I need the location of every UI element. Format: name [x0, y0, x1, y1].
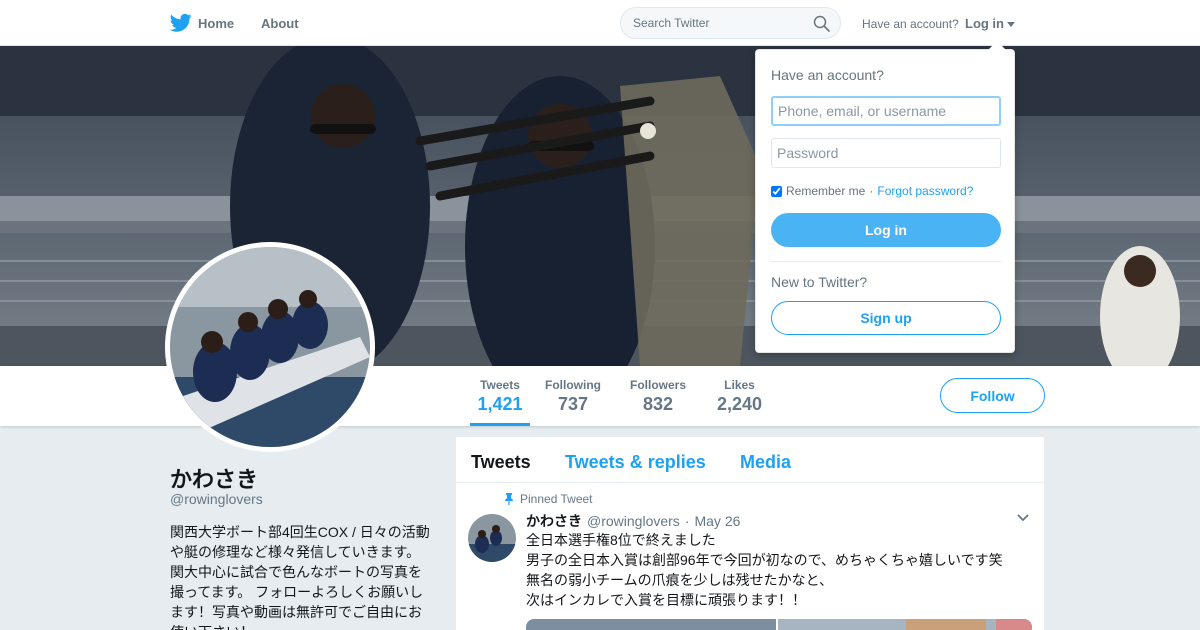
have-account-text: Have an account? — [862, 17, 959, 31]
follow-button[interactable]: Follow — [940, 378, 1045, 413]
pinned-text: Pinned Tweet — [520, 492, 593, 506]
tweet-line: 無名の弱小チームの爪痕を少しは残せたかなと、 — [526, 572, 834, 588]
login-dropdown-title: Have an account? — [771, 67, 884, 83]
profile-bio: 関西大学ボート部4回生COX / 日々の活動や艇の修理など様々発信していきます。… — [170, 524, 430, 630]
remember-me-row: Remember me · Forgot password? — [771, 184, 973, 198]
pinned-tweet-label: Pinned Tweet — [504, 492, 593, 506]
profile-avatar[interactable] — [165, 242, 375, 452]
forgot-password-link[interactable]: Forgot password? — [877, 184, 973, 198]
tab-tweets-and-replies[interactable]: Tweets & replies — [565, 452, 706, 473]
avatar-image — [170, 247, 370, 447]
stat-tweets[interactable]: Tweets 1,421 — [470, 378, 530, 426]
login-button[interactable]: Log in — [771, 213, 1001, 247]
chevron-down-icon[interactable] — [1016, 513, 1030, 523]
tweet-avatar-image — [468, 514, 516, 562]
stat-following[interactable]: Following 737 — [545, 378, 601, 415]
tweet-line: 男子の全日本入賞は創部96年で今回が初なので、めちゃくちゃ嬉しいです笑 — [526, 552, 1003, 568]
tweet-separator-dot: · — [684, 513, 690, 529]
search-box[interactable] — [620, 7, 841, 39]
dropdown-divider — [771, 261, 1001, 262]
profile-handle[interactable]: @rowinglovers — [170, 491, 263, 507]
nav-about-link[interactable]: About — [261, 16, 299, 31]
password-field[interactable] — [771, 138, 1001, 168]
stat-following-label: Following — [545, 378, 601, 392]
new-to-twitter-text: New to Twitter? — [771, 274, 868, 290]
dropdown-arrow — [988, 41, 1006, 50]
login-dropdown-toggle[interactable]: Log in — [965, 16, 1015, 31]
caret-down-icon — [1007, 21, 1015, 27]
stat-likes[interactable]: Likes 2,240 — [717, 378, 762, 415]
stat-followers[interactable]: Followers 832 — [630, 378, 686, 415]
separator-dot: · — [869, 184, 874, 198]
remember-me-checkbox[interactable] — [771, 185, 782, 197]
stat-following-value: 737 — [557, 394, 589, 414]
stat-tweets-value: 1,421 — [477, 394, 523, 414]
twitter-bird-icon — [170, 13, 192, 32]
profile-name: かわさき — [170, 467, 259, 492]
top-navigation-bar: Home About Have an account? Log in — [0, 0, 1200, 46]
stat-followers-label: Followers — [630, 378, 687, 392]
nav-home-label: Home — [198, 15, 235, 31]
search-input[interactable] — [633, 16, 813, 30]
tweet-text: 全日本選手権8位で終えました 男子の全日本入賞は創部96年で今回が初なので、めち… — [526, 530, 1026, 610]
stat-followers-value: 832 — [642, 394, 674, 414]
timeline: Tweets Tweets & replies Media Pinned Twe… — [456, 437, 1044, 630]
stat-tweets-label: Tweets — [480, 378, 520, 392]
username-field[interactable] — [771, 96, 1001, 126]
login-dropdown: Have an account? Remember me · Forgot pa… — [755, 41, 1015, 353]
tweet-media[interactable] — [526, 619, 1032, 630]
signup-button[interactable]: Sign up — [771, 301, 1001, 335]
tweet-author-handle[interactable]: @rowinglovers — [587, 513, 680, 529]
tweet-header: かわさき @rowinglovers · May 26 — [526, 511, 740, 531]
remember-me-label[interactable]: Remember me — [786, 184, 865, 198]
search-icon[interactable] — [813, 15, 830, 32]
login-toggle-label: Log in — [965, 16, 1004, 31]
tweet-author-name[interactable]: かわさき — [526, 511, 582, 531]
tab-media[interactable]: Media — [740, 452, 791, 473]
tweet-line: 次はインカレで入賞を目標に頑張ります！！ — [526, 592, 806, 608]
nav-home-link[interactable]: Home — [170, 13, 234, 33]
stat-likes-value: 2,240 — [717, 394, 763, 414]
timeline-tabs: Tweets Tweets & replies Media — [456, 437, 1044, 483]
pin-icon — [505, 493, 513, 505]
tweet-media-image — [526, 619, 1032, 630]
tab-tweets[interactable]: Tweets — [471, 452, 531, 473]
tweet-avatar[interactable] — [468, 514, 516, 562]
tweet-date[interactable]: May 26 — [694, 513, 740, 529]
stat-likes-label: Likes — [724, 378, 755, 392]
tweet-line: 全日本選手権8位で終えました — [526, 532, 716, 548]
